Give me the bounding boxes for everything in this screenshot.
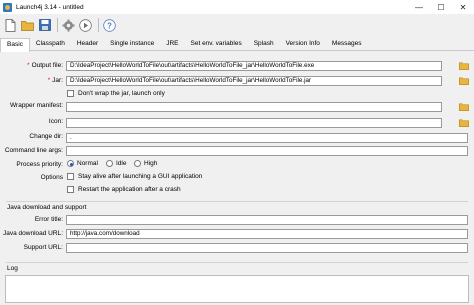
open-folder-icon[interactable] — [459, 76, 469, 86]
error-title-field[interactable] — [66, 215, 468, 225]
stay-alive-checkbox[interactable]: Stay alive after launching a GUI applica… — [67, 173, 202, 180]
tab-messages[interactable]: Messages — [326, 38, 368, 51]
priority-label: Process priority: — [16, 161, 63, 168]
title-bar: Launch4j 3.14 - untitled — ☐ ✕ — [0, 0, 474, 14]
save-icon[interactable] — [37, 18, 52, 33]
log-section-title: Log — [7, 265, 18, 272]
dont-wrap-label: Don't wrap the jar, launch only — [78, 90, 165, 97]
app-icon — [3, 2, 12, 12]
tab-single-instance[interactable]: Single instance — [104, 38, 160, 51]
tab-version-info[interactable]: Version Info — [280, 38, 326, 51]
tab-classpath[interactable]: Classpath — [30, 38, 71, 51]
jar-field[interactable]: D:\IdeaProject\HelloWorldToFile\out\arti… — [66, 76, 442, 86]
open-folder-icon[interactable] — [20, 18, 35, 33]
radio-unselected[interactable] — [106, 160, 113, 167]
priority-idle-radio[interactable]: Idle — [106, 160, 126, 167]
checkbox-box[interactable] — [67, 186, 74, 193]
wrapper-manifest-field[interactable] — [66, 102, 442, 112]
options-label: Options — [40, 174, 63, 181]
radio-selected[interactable] — [67, 160, 74, 167]
radio-unselected[interactable] — [134, 160, 141, 167]
minimize-button[interactable]: — — [408, 0, 430, 14]
toolbar-separator — [98, 18, 99, 32]
output-file-field[interactable]: D:\IdeaProject\HelloWorldToFile\out\arti… — [66, 61, 442, 71]
support-url-field[interactable] — [66, 243, 468, 253]
checkbox-box[interactable] — [67, 90, 74, 97]
maximize-button[interactable]: ☐ — [430, 0, 452, 14]
tab-basic[interactable]: Basic — [0, 38, 30, 52]
cmd-args-label: Command line args: — [4, 147, 63, 154]
restart-checkbox[interactable]: Restart the application after a crash — [67, 186, 181, 193]
section-divider — [6, 262, 468, 263]
support-url-label: Support URL: — [23, 244, 63, 251]
close-button[interactable]: ✕ — [452, 0, 474, 14]
output-file-label: * Output file: — [27, 62, 63, 69]
log-area[interactable] — [5, 275, 469, 303]
change-dir-label: Change dir: — [29, 133, 63, 140]
section-divider — [6, 201, 468, 202]
svg-text:?: ? — [107, 21, 112, 30]
help-icon[interactable]: ? — [102, 18, 117, 33]
open-folder-icon[interactable] — [459, 61, 469, 71]
window-controls: — ☐ ✕ — [408, 0, 474, 14]
tab-env-variables[interactable]: Set env. variables — [185, 38, 248, 51]
priority-high-radio[interactable]: High — [134, 160, 157, 167]
play-icon[interactable] — [78, 18, 93, 33]
change-dir-field[interactable]: . — [66, 133, 468, 143]
toolbar: ? — [0, 14, 474, 36]
wrapper-manifest-label: Wrapper manifest: — [10, 102, 63, 109]
checkbox-box[interactable] — [67, 173, 74, 180]
icon-field[interactable] — [66, 118, 442, 128]
window-title: Launch4j 3.14 - untitled — [16, 3, 84, 11]
toolbar-separator — [57, 18, 58, 32]
open-folder-icon[interactable] — [459, 102, 469, 112]
new-file-icon[interactable] — [3, 18, 18, 33]
dont-wrap-checkbox[interactable]: Don't wrap the jar, launch only — [67, 90, 165, 97]
gear-icon[interactable] — [61, 18, 76, 33]
tab-bar: Basic Classpath Header Single instance J… — [0, 38, 474, 52]
download-url-field[interactable]: http://java.com/download — [66, 229, 468, 239]
icon-label: Icon: — [48, 118, 63, 125]
download-url-label: Java download URL: — [3, 230, 63, 237]
tab-jre[interactable]: JRE — [160, 38, 184, 51]
error-title-label: Error title: — [34, 216, 63, 223]
tab-splash[interactable]: Splash — [248, 38, 280, 51]
cmd-args-field[interactable] — [66, 146, 468, 156]
priority-normal-radio[interactable]: Normal — [67, 160, 98, 167]
jar-label: * Jar: — [47, 77, 63, 84]
java-download-section-title: Java download and support — [7, 204, 87, 211]
open-folder-icon[interactable] — [459, 118, 469, 128]
tab-header[interactable]: Header — [71, 38, 104, 51]
